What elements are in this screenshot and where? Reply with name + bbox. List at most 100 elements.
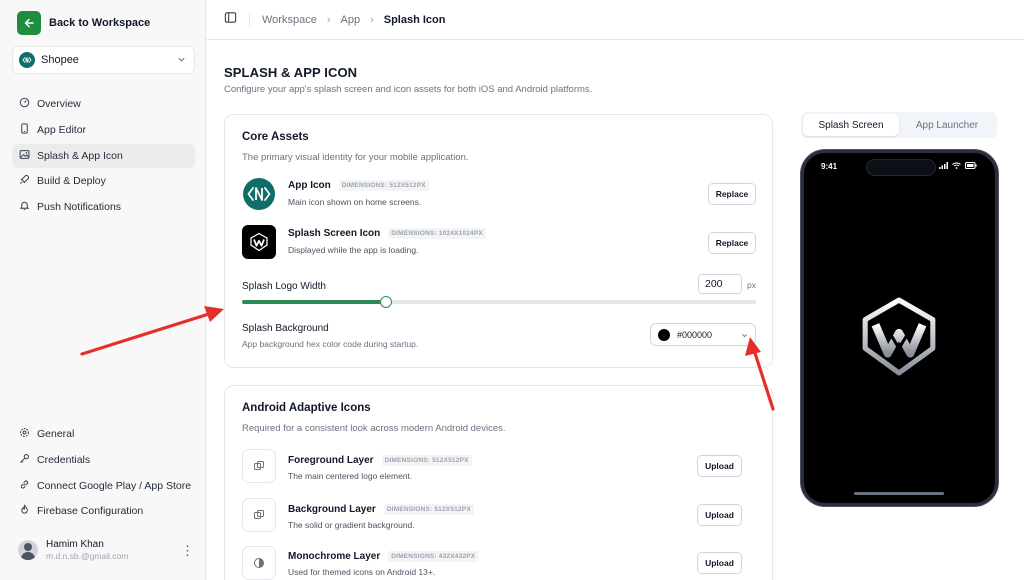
- link-icon: [19, 479, 30, 493]
- sidebar-item-firebase[interactable]: Firebase Configuration: [12, 499, 195, 523]
- foreground-layer-row: Foreground Layer DIMENSIONS: 512X512PX Th…: [242, 449, 756, 483]
- card-title: Android Adaptive Icons: [242, 402, 371, 414]
- sidebar: Back to Workspace Shopee Overview App Ed…: [0, 0, 206, 580]
- sidebar-item-general[interactable]: General: [12, 422, 195, 446]
- sidebar-item-overview[interactable]: Overview: [12, 92, 195, 116]
- tab-app-launcher[interactable]: App Launcher: [899, 114, 995, 136]
- breadcrumb-separator: ›: [370, 13, 374, 26]
- app-icon-row: App Icon DIMENSIONS: 512X512PX Main icon …: [242, 177, 756, 211]
- image-icon: [19, 149, 30, 163]
- breadcrumb-app[interactable]: App: [341, 14, 361, 26]
- rocket-icon: [19, 174, 30, 188]
- phone-preview: 9:41: [801, 150, 998, 506]
- status-time: 9:41: [821, 162, 838, 171]
- logo-width-input[interactable]: [698, 274, 742, 294]
- sidebar-item-label: Push Notifications: [37, 201, 122, 214]
- sidebar-item-push-notifications[interactable]: Push Notifications: [12, 195, 195, 219]
- gear-icon: [19, 427, 30, 441]
- more-vertical-icon[interactable]: ⋮: [181, 544, 194, 557]
- dimensions-badge: DIMENSIONS: 1024X1024PX: [388, 228, 486, 239]
- sidebar-toggle-icon[interactable]: [224, 11, 237, 29]
- slider-fill: [242, 300, 386, 304]
- sidebar-item-label: General: [37, 428, 75, 440]
- back-to-workspace-button[interactable]: Back to Workspace: [17, 11, 150, 35]
- app-logo-icon: [243, 178, 275, 210]
- monochrome-layer-row: Monochrome Layer DIMENSIONS: 432X432PX Us…: [242, 546, 756, 580]
- page-subtitle: Configure your app's splash screen and i…: [224, 84, 593, 95]
- app-selector[interactable]: Shopee: [12, 46, 195, 74]
- phone-icon: [19, 123, 30, 137]
- logo-width-slider[interactable]: [242, 296, 756, 308]
- sidebar-item-label: Overview: [37, 98, 81, 110]
- tab-splash-screen[interactable]: Splash Screen: [803, 114, 899, 136]
- sidebar-item-build-deploy[interactable]: Build & Deploy: [12, 169, 195, 193]
- user-info: Hamim Khan m.d.n.sb.@gmail.com: [46, 539, 173, 561]
- contrast-icon: [242, 546, 276, 580]
- dynamic-island: [866, 159, 936, 176]
- color-value: #000000: [677, 329, 713, 340]
- dimensions-badge: DIMENSIONS: 512X512PX: [383, 504, 474, 515]
- sidebar-nav-top: Overview App Editor Splash & App Icon Bu…: [12, 92, 195, 221]
- brand-logo-icon: [250, 232, 268, 252]
- sidebar-item-label: Connect Google Play / App Store: [37, 479, 192, 492]
- sidebar-item-credentials[interactable]: Credentials: [12, 448, 195, 472]
- user-name: Hamim Khan: [46, 539, 104, 550]
- breadcrumb-current: Splash Icon: [383, 13, 446, 26]
- layers-icon: [242, 449, 276, 483]
- app-name: Shopee: [41, 54, 79, 66]
- replace-splash-icon-button[interactable]: Replace: [708, 232, 756, 254]
- dimensions-badge: DIMENSIONS: 512X512PX: [381, 455, 472, 466]
- user-profile[interactable]: Hamim Khan m.d.n.sb.@gmail.com ⋮: [18, 539, 194, 561]
- splash-background-label: Splash Background: [242, 323, 329, 334]
- chevron-down-icon: [177, 51, 186, 69]
- slider-thumb[interactable]: [379, 296, 392, 308]
- logo-width-label: Splash Logo Width: [242, 281, 326, 292]
- breadcrumb-workspace[interactable]: Workspace: [262, 14, 317, 26]
- background-color-select[interactable]: #000000: [650, 323, 756, 346]
- asset-description: The solid or gradient background.: [288, 520, 415, 530]
- replace-app-icon-button[interactable]: Replace: [708, 183, 756, 205]
- background-layer-row: Background Layer DIMENSIONS: 512X512PX Th…: [242, 498, 756, 532]
- color-swatch: [658, 328, 670, 341]
- card-description: Required for a consistent look across mo…: [242, 423, 506, 434]
- sidebar-item-splash-app-icon[interactable]: Splash & App Icon: [12, 143, 195, 168]
- app-icon-preview: [242, 177, 276, 211]
- status-icons: [939, 162, 977, 169]
- sidebar-item-label: Build & Deploy: [37, 175, 106, 188]
- sidebar-item-label: App Editor: [37, 123, 87, 136]
- dimensions-badge: DIMENSIONS: 432X432PX: [388, 551, 479, 562]
- back-label: Back to Workspace: [49, 17, 151, 29]
- key-icon: [19, 453, 30, 467]
- dimensions-badge: DIMENSIONS: 512X512PX: [338, 180, 429, 191]
- splash-icon-row: Splash Screen Icon DIMENSIONS: 1024X1024P…: [242, 225, 756, 259]
- asset-name: Monochrome Layer DIMENSIONS: 432X432PX: [288, 551, 479, 562]
- arrow-left-icon: [17, 11, 41, 35]
- chevron-down-icon: [741, 326, 748, 344]
- gauge-icon: [19, 97, 30, 111]
- upload-monochrome-button[interactable]: Upload: [697, 552, 742, 574]
- app-logo-icon: [19, 52, 35, 68]
- core-assets-card: Core Assets The primary visual identity …: [224, 114, 773, 368]
- asset-name: App Icon DIMENSIONS: 512X512PX: [288, 180, 429, 191]
- preview-tabs: Splash Screen App Launcher: [801, 112, 997, 138]
- asset-description: Main icon shown on home screens.: [288, 197, 422, 207]
- signal-icon: [939, 162, 948, 169]
- user-email: m.d.n.sb.@gmail.com: [46, 551, 129, 561]
- page-title: SPLASH & APP ICON: [224, 65, 358, 80]
- sidebar-item-connect-stores[interactable]: Connect Google Play / App Store: [12, 474, 195, 498]
- card-title: Core Assets: [242, 131, 309, 143]
- sidebar-item-app-editor[interactable]: App Editor: [12, 118, 195, 142]
- divider: [249, 12, 250, 27]
- card-description: The primary visual identity for your mob…: [242, 152, 469, 163]
- upload-background-button[interactable]: Upload: [697, 504, 742, 526]
- layers-icon: [242, 498, 276, 532]
- sidebar-item-label: Splash & App Icon: [37, 149, 123, 162]
- breadcrumb-separator: ›: [326, 13, 331, 26]
- sidebar-item-label: Firebase Configuration: [37, 505, 144, 518]
- splash-background-description: App background hex color code during sta…: [242, 339, 419, 349]
- upload-foreground-button[interactable]: Upload: [697, 455, 742, 477]
- topbar: Workspace › App › Splash Icon: [206, 0, 1024, 40]
- asset-name: Splash Screen Icon DIMENSIONS: 1024X1024P…: [288, 228, 486, 239]
- sidebar-nav-bottom: General Credentials Connect Google Play …: [12, 422, 195, 525]
- android-icons-card: Android Adaptive Icons Required for a co…: [224, 385, 773, 580]
